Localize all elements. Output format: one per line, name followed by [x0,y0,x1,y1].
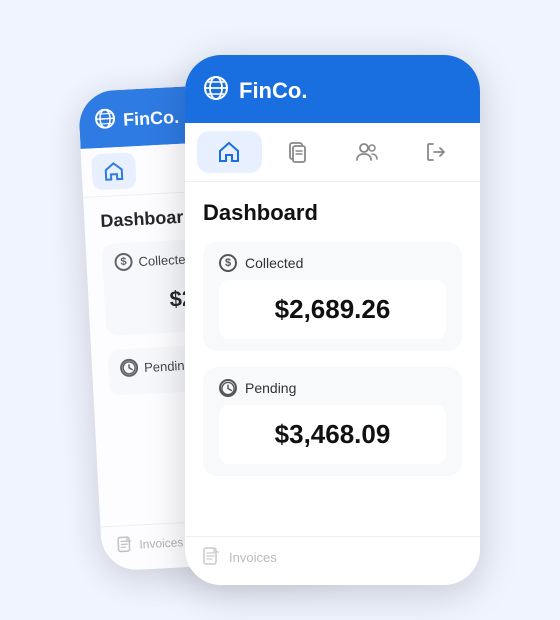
back-dollar-icon: $ [114,253,133,272]
front-nav-logout[interactable] [403,131,468,173]
front-invoices-label: Invoices [229,550,277,565]
front-nav-users[interactable] [335,131,400,173]
back-clock-icon [120,358,139,377]
front-collected-value-box: $2,689.26 [219,280,446,339]
front-pending-value: $3,468.09 [275,419,391,449]
back-nav-home[interactable] [91,152,137,190]
front-collected-value: $2,689.26 [275,294,391,324]
back-invoices-icon [117,536,134,555]
front-pending-card: Pending $3,468.09 [203,367,462,476]
front-nav-bar [185,123,480,182]
front-bottom-nav: Invoices [185,536,480,585]
front-dollar-icon: $ [219,254,237,272]
front-collected-label: $ Collected [219,254,446,272]
front-nav-home[interactable] [197,131,262,173]
phone-front: FinCo. [185,55,480,585]
front-globe-icon [203,75,229,107]
back-invoices-label: Invoices [139,535,184,551]
front-clock-icon [219,379,237,397]
front-collected-card: $ Collected $2,689.26 [203,242,462,351]
front-nav-documents[interactable] [266,131,331,173]
front-logo-text: FinCo. [239,78,307,104]
front-invoices-icon [203,547,221,567]
front-pending-value-box: $3,468.09 [219,405,446,464]
front-page-title: Dashboard [203,200,462,226]
front-pending-label: Pending [219,379,446,397]
back-globe-icon [95,108,116,134]
front-content: Dashboard $ Collected $2,689.26 [185,182,480,510]
back-logo-text: FinCo. [123,107,180,131]
front-header: FinCo. [185,55,480,123]
